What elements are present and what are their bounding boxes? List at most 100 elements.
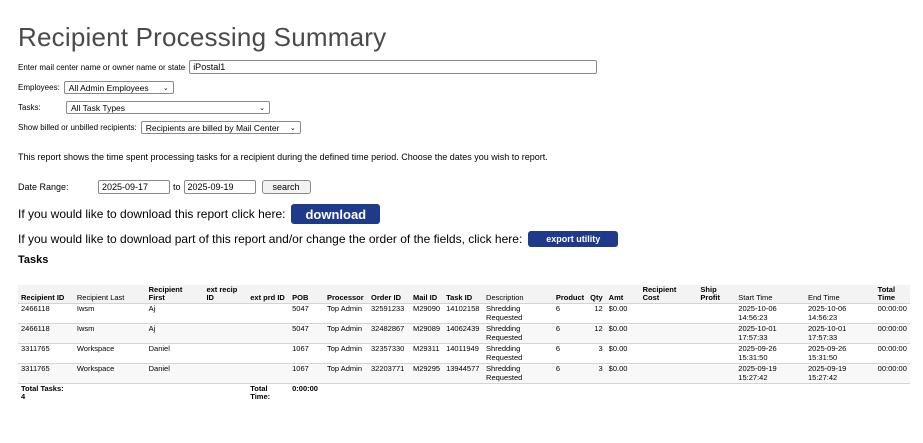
date-from-input[interactable] <box>98 180 170 194</box>
table-cell: 13944577 <box>443 363 484 384</box>
total-tasks-value: 4 <box>21 392 26 401</box>
download-text: If you would like to download this repor… <box>18 207 286 221</box>
table-cell <box>639 343 698 364</box>
column-header[interactable]: ext prd ID <box>247 285 290 304</box>
column-header[interactable]: End Time <box>804 285 875 304</box>
column-header[interactable]: Processor <box>324 285 368 304</box>
column-header[interactable]: Amt <box>605 285 640 304</box>
table-cell: Aj <box>145 303 204 324</box>
table-cell: 1067 <box>289 343 324 364</box>
table-cell: 00:00:00 <box>874 323 910 344</box>
table-cell: 3311765 <box>18 343 74 364</box>
table-cell: 5047 <box>289 323 324 344</box>
billed-select-value: Recipients are billed by Mail Center <box>145 122 280 133</box>
table-cell <box>203 303 248 324</box>
table-cell: Top Admin <box>324 323 368 344</box>
tasks-select-value: All Task Types <box>71 102 126 113</box>
total-tasks-label: Total Tasks: <box>21 384 64 393</box>
mailcenter-search-input[interactable] <box>189 60 598 74</box>
table-cell: 14062439 <box>443 323 484 344</box>
tasks-select[interactable]: All Task Types ⌄ <box>66 101 270 114</box>
table-cell: 14102158 <box>443 303 484 324</box>
column-header[interactable]: Mail ID <box>409 285 444 304</box>
table-cell: M29089 <box>409 323 444 344</box>
column-header[interactable]: Product <box>552 285 588 304</box>
table-cell: 32482867 <box>367 323 410 344</box>
total-tasks-cell: Total Tasks: 4 <box>18 383 248 404</box>
table-cell: Shredding Requested <box>483 303 553 324</box>
table-cell <box>639 303 698 324</box>
column-header[interactable]: Recipient First <box>145 285 204 304</box>
table-cell: Daniel <box>145 343 204 364</box>
billed-row: Show billed or unbilled recipients: Reci… <box>18 121 301 134</box>
table-cell: Top Admin <box>324 303 368 324</box>
table-cell <box>203 343 248 364</box>
table-cell: M29295 <box>409 363 444 384</box>
table-cell: M29311 <box>409 343 444 364</box>
table-cell: Shredding Requested <box>483 323 553 344</box>
column-header[interactable]: Order ID <box>367 285 410 304</box>
employees-select-value: All Admin Employees <box>68 82 149 93</box>
download-button[interactable]: download <box>291 204 381 224</box>
table-cell <box>697 323 736 344</box>
table-cell <box>203 323 248 344</box>
table-cell: 2466118 <box>18 303 74 324</box>
table-cell: 12 <box>587 303 606 324</box>
download-row: If you would like to download this repor… <box>18 204 381 224</box>
tasks-heading: Tasks <box>18 254 49 266</box>
column-header[interactable]: POB <box>289 285 324 304</box>
mailcenter-search-row: Enter mail center name or owner name or … <box>18 60 598 74</box>
date-to-input[interactable] <box>183 180 256 194</box>
table-cell: $0.00 <box>605 343 640 364</box>
report-description: This report shows the time spent process… <box>18 152 548 162</box>
table-row: 2466118 Iwsm Aj 5047 Top Admin 32482867 M29089… <box>18 323 910 344</box>
table-cell: Top Admin <box>324 363 368 384</box>
table-cell: Top Admin <box>324 343 368 364</box>
export-row: If you would like to download part of th… <box>18 231 619 247</box>
table-row: 3311765 Workspace Daniel 1067 Top Admin 32357… <box>18 343 910 364</box>
table-cell <box>247 323 290 344</box>
table-cell: 5047 <box>289 303 324 324</box>
column-header[interactable]: Recipient ID <box>18 285 74 304</box>
total-time-label: Total Time: <box>247 383 290 404</box>
table-cell: 6 <box>552 363 588 384</box>
column-header[interactable]: Ship Profit <box>697 285 736 304</box>
table-cell: 2025-09-26 15:31:50 <box>804 343 875 364</box>
column-header[interactable]: ext recip ID <box>203 285 248 304</box>
column-header[interactable]: Description <box>483 285 553 304</box>
total-time-value: 0:00:00 <box>289 383 410 404</box>
employees-select[interactable]: All Admin Employees ⌄ <box>63 81 174 94</box>
column-header[interactable]: Recipient Last <box>73 285 146 304</box>
column-header[interactable]: Qty <box>587 285 606 304</box>
table-cell <box>697 303 736 324</box>
tasks-filter-row: Tasks: All Task Types ⌄ <box>18 101 270 114</box>
table-cell: 6 <box>552 303 588 324</box>
table-cell: Iwsm <box>73 303 146 324</box>
table-cell: 1067 <box>289 363 324 384</box>
table-cell <box>247 363 290 384</box>
table-cell: 14011949 <box>443 343 484 364</box>
column-header[interactable]: Start Time <box>735 285 805 304</box>
table-cell: Shredding Requested <box>483 343 553 364</box>
table-cell: Aj <box>145 323 204 344</box>
column-header[interactable]: Total Time <box>874 285 910 304</box>
column-header[interactable]: Task ID <box>443 285 484 304</box>
table-cell: 32203771 <box>367 363 410 384</box>
table-cell: 6 <box>552 343 588 364</box>
table-cell: Workspace <box>73 343 146 364</box>
table-cell: 3 <box>587 343 606 364</box>
billed-select[interactable]: Recipients are billed by Mail Center ⌄ <box>140 121 301 134</box>
table-cell <box>697 343 736 364</box>
table-cell: 2025-10-06 14:56:23 <box>735 303 805 324</box>
chevron-down-icon: ⌄ <box>259 104 265 112</box>
chevron-down-icon: ⌄ <box>289 124 296 132</box>
tasks-table: Recipient ID Recipient Last Recipient Fi… <box>18 285 910 404</box>
column-header[interactable]: Recipient Cost <box>639 285 698 304</box>
table-cell <box>203 363 248 384</box>
search-button[interactable]: search <box>261 180 311 194</box>
page-title: Recipient Processing Summary <box>18 22 387 52</box>
export-utility-button[interactable]: export utility <box>528 231 619 247</box>
table-cell: 3 <box>587 363 606 384</box>
table-cell: 2025-10-06 14:56:23 <box>804 303 875 324</box>
table-cell: 00:00:00 <box>874 303 910 324</box>
